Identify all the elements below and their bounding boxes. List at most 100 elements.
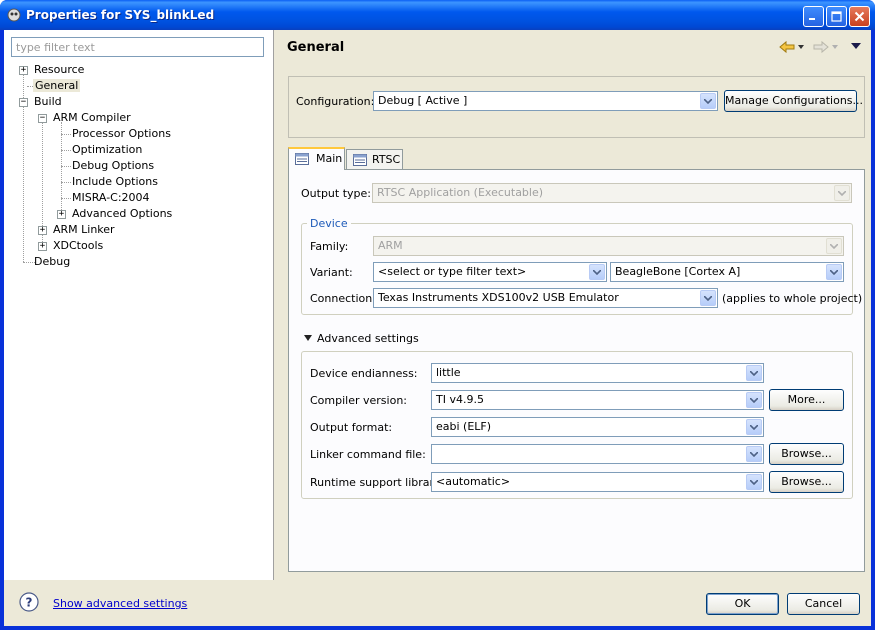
output-format-label: Output format: <box>310 421 393 434</box>
linker-browse-button[interactable]: Browse... <box>769 443 844 465</box>
tab-rtsc[interactable]: RTSC <box>346 149 403 171</box>
dropdown-arrow-icon <box>826 238 842 254</box>
configuration-select[interactable]: Debug [ Active ] <box>373 91 718 111</box>
ok-button[interactable]: OK <box>706 593 779 615</box>
advanced-settings-collapse-icon[interactable] <box>304 335 312 341</box>
tree-item-build[interactable]: Build <box>34 94 62 110</box>
tree-line <box>61 198 71 199</box>
tab-form-icon <box>353 154 367 166</box>
close-icon <box>854 11 865 22</box>
dropdown-arrow-icon[interactable] <box>589 264 605 280</box>
output-format-select[interactable]: eabi (ELF) <box>431 417 764 437</box>
tree-item-general[interactable]: General <box>33 78 81 94</box>
forward-dropdown-icon <box>832 45 838 49</box>
tree-item-debug[interactable]: Debug <box>34 254 70 270</box>
page-title: General <box>287 40 345 55</box>
properties-window: Properties for SYS_blinkLed + Reso <box>0 0 875 630</box>
configuration-panel: Configuration: Debug [ Active ] Manage C… <box>288 76 865 138</box>
close-window-button[interactable] <box>849 6 870 27</box>
dropdown-arrow-icon[interactable] <box>746 392 762 408</box>
expand-advanced-options-icon[interactable]: + <box>57 210 66 219</box>
connection-value: Texas Instruments XDS100v2 USB Emulator <box>378 291 619 304</box>
show-advanced-settings-link[interactable]: Show advanced settings <box>53 597 187 610</box>
tree-item-label: MISRA-C:2004 <box>72 191 150 204</box>
maximize-icon <box>831 11 842 22</box>
tree-item-label: Debug <box>34 255 71 268</box>
connection-note: (applies to whole project) <box>722 292 863 305</box>
tree-item-arm-linker[interactable]: ARM Linker <box>53 222 115 238</box>
dropdown-arrow-icon <box>834 185 850 201</box>
tab-main-label: Main <box>316 152 343 165</box>
tree-line <box>61 150 71 151</box>
help-icon[interactable]: ? <box>19 592 39 612</box>
view-menu-icon[interactable] <box>851 43 861 49</box>
tree-line <box>61 134 71 135</box>
minimize-button[interactable] <box>803 6 824 27</box>
dropdown-arrow-icon[interactable] <box>700 290 716 306</box>
expand-resource-icon[interactable]: + <box>19 66 28 75</box>
runtime-library-label: Runtime support library: <box>310 476 444 489</box>
tree-item-include-options[interactable]: Include Options <box>72 174 158 190</box>
more-button[interactable]: More... <box>769 389 844 411</box>
tree-item-label: Resource <box>34 63 85 76</box>
dialog-client-area: + Resource General − Build − ARM Compile… <box>4 30 871 626</box>
filter-input[interactable] <box>11 37 264 57</box>
endianness-value: little <box>436 366 461 379</box>
minimize-icon <box>809 18 815 20</box>
tree-line <box>61 122 62 216</box>
dropdown-arrow-icon[interactable] <box>746 419 762 435</box>
back-arrow-icon[interactable] <box>779 39 795 55</box>
tree-item-processor-options[interactable]: Processor Options <box>72 126 171 142</box>
linker-command-file-select[interactable] <box>431 444 764 464</box>
dialog-button-bar: ? Show advanced settings OK Cancel <box>4 580 871 626</box>
output-type-value: RTSC Application (Executable) <box>377 186 544 199</box>
advanced-settings-title[interactable]: Advanced settings <box>317 332 419 345</box>
expand-arm-linker-icon[interactable]: + <box>38 226 47 235</box>
tree-item-label: Debug Options <box>72 159 155 172</box>
variant-filter-select[interactable]: <select or type filter text> <box>373 262 607 282</box>
cancel-button[interactable]: Cancel <box>787 593 860 615</box>
runtime-library-value: <automatic> <box>436 475 511 488</box>
expand-xdctools-icon[interactable]: + <box>38 242 47 251</box>
history-navigation <box>779 38 865 56</box>
tree-item-optimization[interactable]: Optimization <box>72 142 142 158</box>
manage-configurations-button[interactable]: Manage Configurations... <box>724 90 863 112</box>
category-tree-panel: + Resource General − Build − ARM Compile… <box>4 30 274 580</box>
dropdown-arrow-icon[interactable] <box>746 365 762 381</box>
variant-select[interactable]: BeagleBone [Cortex A] <box>610 262 844 282</box>
eclipse-app-icon <box>7 8 21 22</box>
runtime-library-select[interactable]: <automatic> <box>431 472 764 492</box>
family-select: ARM <box>373 236 844 256</box>
tree-item-label: General <box>33 79 81 92</box>
tab-main[interactable]: Main <box>288 147 345 170</box>
device-group-title: Device <box>307 217 351 230</box>
tree-item-resource[interactable]: Resource <box>34 62 84 78</box>
tree-item-debug-options[interactable]: Debug Options <box>72 158 154 174</box>
output-type-label: Output type: <box>301 187 371 200</box>
maximize-button[interactable] <box>826 6 847 27</box>
runtime-browse-button[interactable]: Browse... <box>769 471 844 493</box>
back-dropdown-icon[interactable] <box>798 45 804 49</box>
variant-label: Variant: <box>310 266 353 279</box>
tree-line <box>61 182 71 183</box>
tree-item-label: Processor Options <box>72 127 171 140</box>
dropdown-arrow-icon[interactable] <box>746 474 762 490</box>
dropdown-arrow-icon[interactable] <box>700 93 716 109</box>
dropdown-arrow-icon[interactable] <box>826 264 842 280</box>
dropdown-arrow-icon[interactable] <box>746 446 762 462</box>
compiler-version-select[interactable]: TI v4.9.5 <box>431 390 764 410</box>
variant-filter-value: <select or type filter text> <box>378 265 527 278</box>
tab-form-icon <box>295 153 309 165</box>
collapse-build-icon[interactable]: − <box>19 98 28 107</box>
compiler-version-label: Compiler version: <box>310 394 408 407</box>
tree-item-xdctools[interactable]: XDCtools <box>53 238 103 254</box>
title-bar[interactable]: Properties for SYS_blinkLed <box>0 0 875 30</box>
connection-select[interactable]: Texas Instruments XDS100v2 USB Emulator <box>373 288 718 308</box>
family-label: Family: <box>310 240 349 253</box>
tree-item-misra[interactable]: MISRA-C:2004 <box>72 190 150 206</box>
tree-item-arm-compiler[interactable]: ARM Compiler <box>53 110 131 126</box>
collapse-arm-compiler-icon[interactable]: − <box>38 114 47 123</box>
configuration-label: Configuration: <box>296 95 375 108</box>
tree-item-advanced-options[interactable]: Advanced Options <box>72 206 172 222</box>
endianness-select[interactable]: little <box>431 363 764 383</box>
